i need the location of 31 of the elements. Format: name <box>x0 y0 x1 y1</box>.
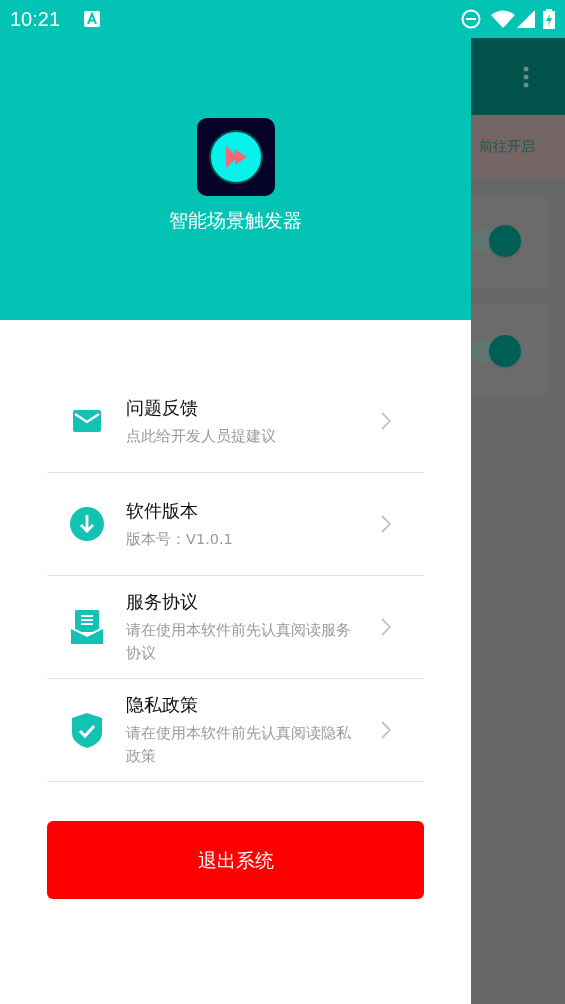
mail-icon <box>72 410 101 432</box>
keyboard-notification-icon <box>84 11 101 27</box>
drawer-menu-item[interactable]: 软件版本 版本号：V1.0.1 <box>47 473 424 576</box>
item-title: 隐私政策 <box>126 693 199 717</box>
item-subtitle: 请在使用本软件前先认真阅读隐私政策 <box>126 724 352 766</box>
toggle-switch[interactable] <box>471 335 523 367</box>
download-icon <box>69 507 104 541</box>
item-title: 软件版本 <box>126 498 199 523</box>
chevron-right-icon <box>381 618 391 636</box>
drawer-menu-item[interactable]: 隐私政策 请在使用本软件前先认真阅读隐私政策 <box>47 679 424 782</box>
toggle-switch[interactable] <box>471 225 523 257</box>
wifi-icon <box>491 10 515 28</box>
battery-charging-icon <box>543 9 555 29</box>
drawer-menu-item[interactable]: 服务协议 请在使用本软件前先认真阅读服务协议 <box>47 576 424 679</box>
chevron-right-icon <box>381 515 391 533</box>
logout-button[interactable]: 退出系统 <box>47 821 424 899</box>
more-options-icon[interactable] <box>523 65 529 88</box>
clock: 10:21 <box>10 7 61 32</box>
item-subtitle: 点此给开发人员提建议 <box>126 426 277 446</box>
item-subtitle: 请在使用本软件前先认真阅读服务协议 <box>126 621 352 663</box>
item-subtitle: 版本号：V1.0.1 <box>126 529 234 549</box>
item-title: 服务协议 <box>126 590 199 614</box>
do-not-disturb-icon <box>461 9 481 29</box>
chevron-right-icon <box>381 721 391 739</box>
chevron-right-icon <box>381 412 391 430</box>
signal-icon <box>517 10 535 28</box>
item-title: 问题反馈 <box>126 395 199 420</box>
app-name: 智能场景触发器 <box>169 208 302 233</box>
document-tray-icon <box>70 610 103 644</box>
shield-check-icon <box>71 712 102 748</box>
drawer-menu-item[interactable]: 问题反馈 点此给开发人员提建议 <box>47 370 424 473</box>
